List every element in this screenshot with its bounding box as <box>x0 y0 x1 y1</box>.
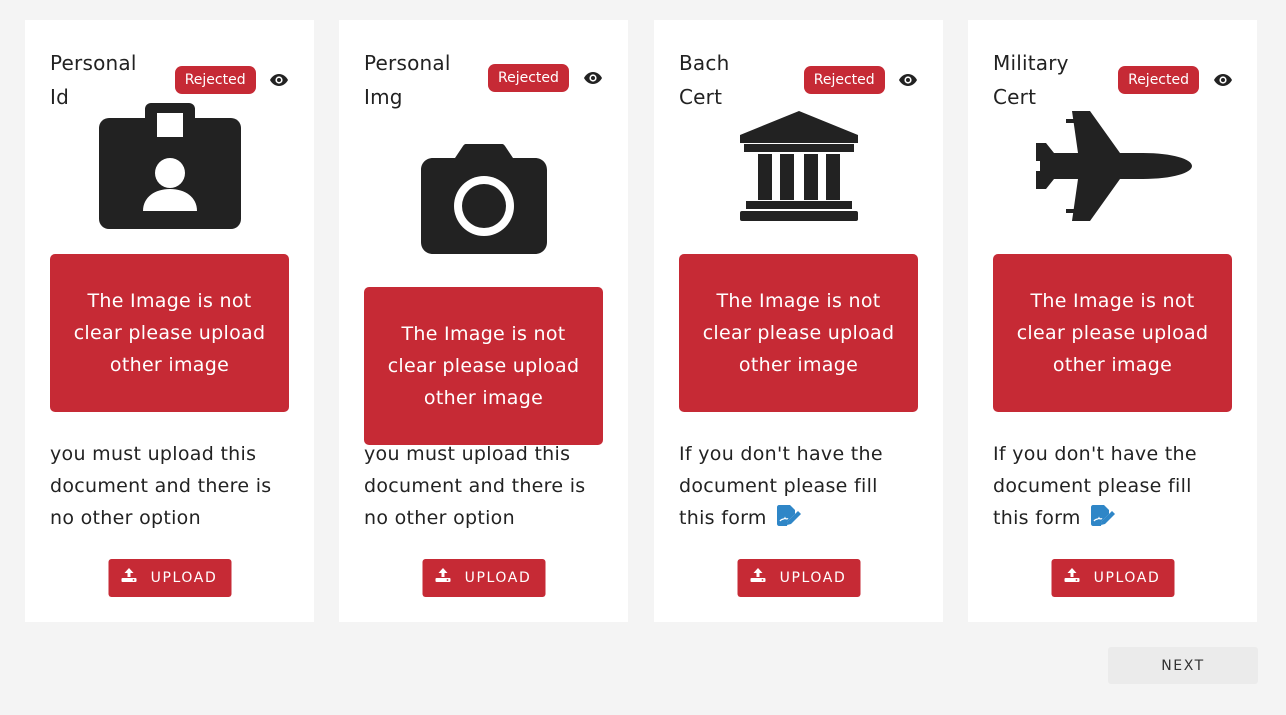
upload-label: UPLOAD <box>779 570 847 586</box>
status-badge: Rejected <box>174 66 256 94</box>
description-text: you must upload this document and there … <box>364 443 586 529</box>
camera-icon <box>364 144 603 254</box>
card-description: you must upload this document and there … <box>50 438 289 534</box>
university-icon <box>679 111 918 221</box>
rejection-alert: The Image is not clear please upload oth… <box>364 287 603 445</box>
upload-button[interactable]: UPLOAD <box>108 559 231 597</box>
upload-label: UPLOAD <box>150 570 218 586</box>
card-header: Personal Img Rejected <box>364 46 603 114</box>
next-button[interactable]: NEXT <box>1108 647 1258 684</box>
upload-label: UPLOAD <box>464 570 532 586</box>
description-text: you must upload this document and there … <box>50 443 272 529</box>
upload-icon <box>435 568 451 582</box>
rejection-alert: The Image is not clear please upload oth… <box>679 254 918 412</box>
document-card-bach-cert: Bach Cert Rejected The Image is not clea… <box>654 20 943 622</box>
card-title: Military Cert <box>993 51 1069 109</box>
card-description: If you don't have the document please fi… <box>679 438 918 537</box>
card-title: Personal Img <box>364 51 451 109</box>
status-badge: Rejected <box>803 66 885 94</box>
card-header: Bach Cert Rejected <box>679 46 918 114</box>
upload-button[interactable]: UPLOAD <box>737 559 860 597</box>
document-card-personal-img: Personal Img Rejected The Image is not c… <box>339 20 628 622</box>
upload-label: UPLOAD <box>1093 570 1161 586</box>
upload-button[interactable]: UPLOAD <box>1051 559 1174 597</box>
edit-form-icon[interactable] <box>1090 505 1115 537</box>
rejection-alert: The Image is not clear please upload oth… <box>993 254 1232 412</box>
card-title: Bach Cert <box>679 51 730 109</box>
eye-icon[interactable] <box>1213 72 1232 88</box>
document-card-military-cert: Military Cert Rejected The Image is not … <box>968 20 1257 622</box>
eye-icon[interactable] <box>583 70 603 86</box>
upload-icon <box>1064 568 1080 582</box>
id-badge-icon <box>50 103 289 229</box>
card-header: Military Cert Rejected <box>993 46 1232 114</box>
edit-form-icon[interactable] <box>776 505 801 537</box>
eye-icon[interactable] <box>270 72 289 88</box>
upload-icon <box>121 568 137 582</box>
status-badge: Rejected <box>488 64 569 92</box>
document-card-personal-id: Personal Id Rejected The Image is not cl… <box>25 20 314 622</box>
upload-button[interactable]: UPLOAD <box>422 559 545 597</box>
upload-icon <box>750 568 766 582</box>
status-badge: Rejected <box>1118 66 1199 94</box>
next-label: NEXT <box>1161 657 1205 674</box>
card-description: If you don't have the document please fi… <box>993 438 1232 537</box>
eye-icon[interactable] <box>899 72 918 88</box>
fighter-jet-icon <box>993 111 1232 221</box>
card-description: you must upload this document and there … <box>364 438 603 534</box>
rejection-alert: The Image is not clear please upload oth… <box>50 254 289 412</box>
